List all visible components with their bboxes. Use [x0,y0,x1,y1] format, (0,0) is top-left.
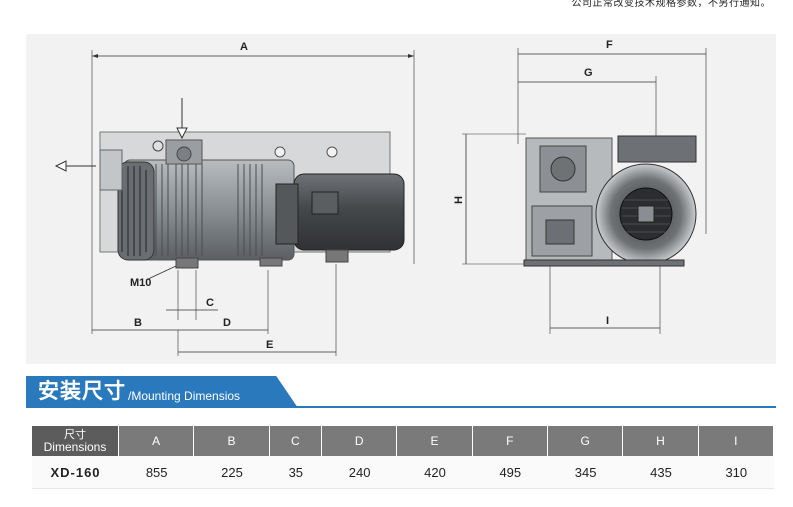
label-g: G [584,67,593,79]
header-col-e: E [397,426,473,456]
section-title-en: /Mounting Dimensios [128,389,241,403]
cell-f: 495 [472,456,548,489]
side-view: A M10 C B D E [54,41,415,356]
label-c: C [206,297,214,309]
section-underline [276,406,776,408]
section-title-cn: 安装尺寸 [38,379,126,403]
header-col-f: F [472,426,548,456]
cell-b: 225 [194,456,270,489]
front-view: F G H I [453,39,707,334]
cell-h: 435 [623,456,699,489]
dimensions-table: 尺寸 Dimensions A B C D E F G H I XD-160 8… [32,426,774,489]
header-col-d: D [321,426,398,456]
section-tab: 安装尺寸 /Mounting Dimensios [26,376,298,408]
drawing-svg: A M10 C B D E F G H I [54,39,707,356]
section-header: 安装尺寸 /Mounting Dimensios [26,376,776,408]
label-f: F [606,39,613,51]
label-a: A [240,41,248,53]
table-row: XD-160 855 225 35 240 420 495 345 435 31… [32,456,774,489]
cell-a: 855 [119,456,195,489]
label-i: I [606,315,609,327]
header-col-a: A [119,426,195,456]
header-dimensions: 尺寸 Dimensions [32,426,119,456]
cell-e: 420 [397,456,473,489]
table-header-row: 尺寸 Dimensions A B C D E F G H I [32,426,774,456]
cell-c: 35 [269,456,322,489]
label-b: B [134,317,142,329]
top-strip: 公司正常改变技术规格参数，不另行通知。 [0,0,793,22]
header-col-i: I [698,426,774,456]
label-d: D [223,317,231,329]
header-col-b: B [194,426,270,456]
header-dimensions-en: Dimensions [43,440,107,454]
cell-g: 345 [547,456,624,489]
label-h: H [453,196,465,204]
header-col-c: C [269,426,322,456]
header-col-g: G [547,426,624,456]
label-e: E [266,339,273,351]
cell-i: 310 [698,456,774,489]
cell-d: 240 [321,456,398,489]
top-note: 公司正常改变技术规格参数，不另行通知。 [571,0,771,9]
header-col-h: H [623,426,699,456]
cell-model: XD-160 [32,456,119,489]
technical-drawing: A M10 C B D E F G H I [26,34,776,364]
